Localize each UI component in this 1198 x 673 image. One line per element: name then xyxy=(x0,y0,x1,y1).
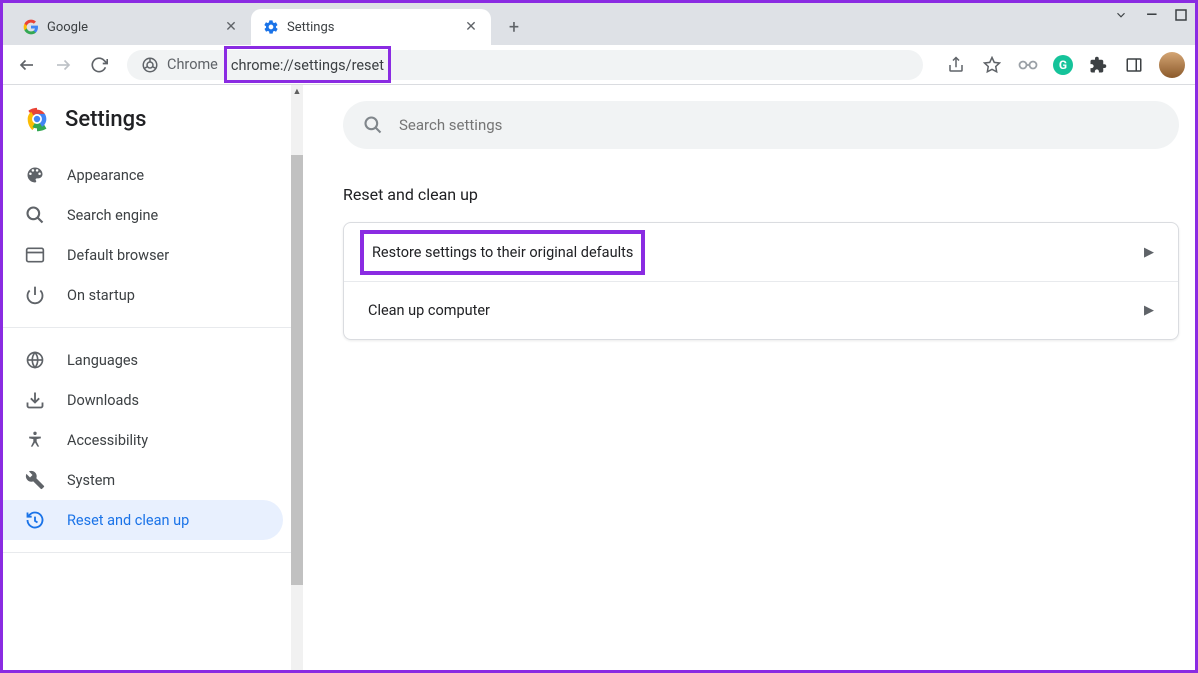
grammarly-icon[interactable]: G xyxy=(1053,55,1073,75)
scrollbar[interactable]: ▲ xyxy=(291,85,303,670)
main-panel: Reset and clean up Restore settings to t… xyxy=(303,85,1195,670)
browser-icon xyxy=(25,245,45,265)
nav-item-search-engine[interactable]: Search engine xyxy=(3,195,283,235)
nav-label: Default browser xyxy=(67,247,169,264)
sidebar: Settings Appearance Search engine Defaul… xyxy=(3,85,291,670)
row-label: Restore settings to their original defau… xyxy=(372,244,633,261)
nav-item-languages[interactable]: Languages xyxy=(3,340,283,380)
nav-label: Search engine xyxy=(67,207,158,224)
sidepanel-icon[interactable] xyxy=(1123,54,1145,76)
accessibility-icon xyxy=(25,430,45,450)
close-icon[interactable]: ✕ xyxy=(463,19,479,35)
share-icon[interactable] xyxy=(945,54,967,76)
nav-label: Accessibility xyxy=(67,432,148,449)
extensions-icon[interactable] xyxy=(1087,54,1109,76)
palette-icon xyxy=(25,165,45,185)
chrome-icon xyxy=(141,56,159,74)
close-icon[interactable]: ✕ xyxy=(223,19,239,35)
tab-strip: Google ✕ Settings ✕ + — xyxy=(3,3,1195,45)
window-controls: — xyxy=(1114,7,1187,23)
nav-item-on-startup[interactable]: On startup xyxy=(3,275,283,315)
nav-item-default-browser[interactable]: Default browser xyxy=(3,235,283,275)
nav-divider xyxy=(3,327,291,328)
restore-defaults-row[interactable]: Restore settings to their original defau… xyxy=(344,223,1178,281)
nav-label: Appearance xyxy=(67,167,144,184)
url-text: chrome://settings/reset xyxy=(231,57,384,74)
scrollbar-thumb[interactable] xyxy=(291,155,303,585)
chevron-right-icon: ▶ xyxy=(1144,303,1154,318)
maximize-button[interactable] xyxy=(1175,9,1187,21)
google-favicon xyxy=(23,19,39,35)
nav-item-reset[interactable]: Reset and clean up xyxy=(3,500,283,540)
nav-label: System xyxy=(67,472,115,489)
tab-settings[interactable]: Settings ✕ xyxy=(251,9,491,45)
cleanup-computer-row[interactable]: Clean up computer ▶ xyxy=(344,281,1178,339)
search-settings[interactable] xyxy=(343,101,1179,149)
nav-label: Reset and clean up xyxy=(67,512,189,529)
settings-title: Settings xyxy=(65,107,146,132)
site-label: Chrome xyxy=(167,56,218,73)
nav-item-accessibility[interactable]: Accessibility xyxy=(3,420,283,460)
content: Settings Appearance Search engine Defaul… xyxy=(3,85,1195,670)
chrome-logo-icon xyxy=(23,105,51,133)
forward-button[interactable] xyxy=(49,51,77,79)
search-input[interactable] xyxy=(399,116,1159,134)
bookmark-star-icon[interactable] xyxy=(981,54,1003,76)
profile-avatar[interactable] xyxy=(1159,52,1185,78)
search-icon xyxy=(363,115,383,135)
new-tab-button[interactable]: + xyxy=(499,12,529,42)
nav-divider xyxy=(3,552,291,553)
download-icon xyxy=(25,390,45,410)
nav-label: Languages xyxy=(67,352,138,369)
globe-icon xyxy=(25,350,45,370)
nav-item-downloads[interactable]: Downloads xyxy=(3,380,283,420)
section-title: Reset and clean up xyxy=(343,185,1179,204)
nav-list: Appearance Search engine Default browser… xyxy=(3,149,291,553)
toolbar: Chrome chrome://settings/reset G xyxy=(3,45,1195,85)
nav-label: Downloads xyxy=(67,392,139,409)
search-icon xyxy=(25,205,45,225)
reset-card: Restore settings to their original defau… xyxy=(343,222,1179,340)
restore-icon xyxy=(25,510,45,530)
wrench-icon xyxy=(25,470,45,490)
gear-icon xyxy=(263,19,279,35)
tab-title: Settings xyxy=(287,20,463,35)
chevron-right-icon: ▶ xyxy=(1144,245,1154,260)
chevron-down-icon[interactable] xyxy=(1114,8,1128,22)
url-highlight: chrome://settings/reset xyxy=(224,46,391,83)
row-label: Clean up computer xyxy=(368,302,490,319)
scroll-up-icon[interactable]: ▲ xyxy=(291,85,303,97)
nav-item-system[interactable]: System xyxy=(3,460,283,500)
address-bar[interactable]: Chrome chrome://settings/reset xyxy=(127,50,923,80)
power-icon xyxy=(25,285,45,305)
extension-linked-icon[interactable] xyxy=(1017,54,1039,76)
nav-label: On startup xyxy=(67,287,135,304)
nav-item-appearance[interactable]: Appearance xyxy=(3,155,283,195)
reload-button[interactable] xyxy=(85,51,113,79)
back-button[interactable] xyxy=(13,51,41,79)
tab-title: Google xyxy=(47,20,223,35)
tab-google[interactable]: Google ✕ xyxy=(11,9,251,45)
settings-header: Settings xyxy=(3,105,291,149)
toolbar-right: G xyxy=(945,52,1185,78)
minimize-button[interactable]: — xyxy=(1146,7,1157,23)
